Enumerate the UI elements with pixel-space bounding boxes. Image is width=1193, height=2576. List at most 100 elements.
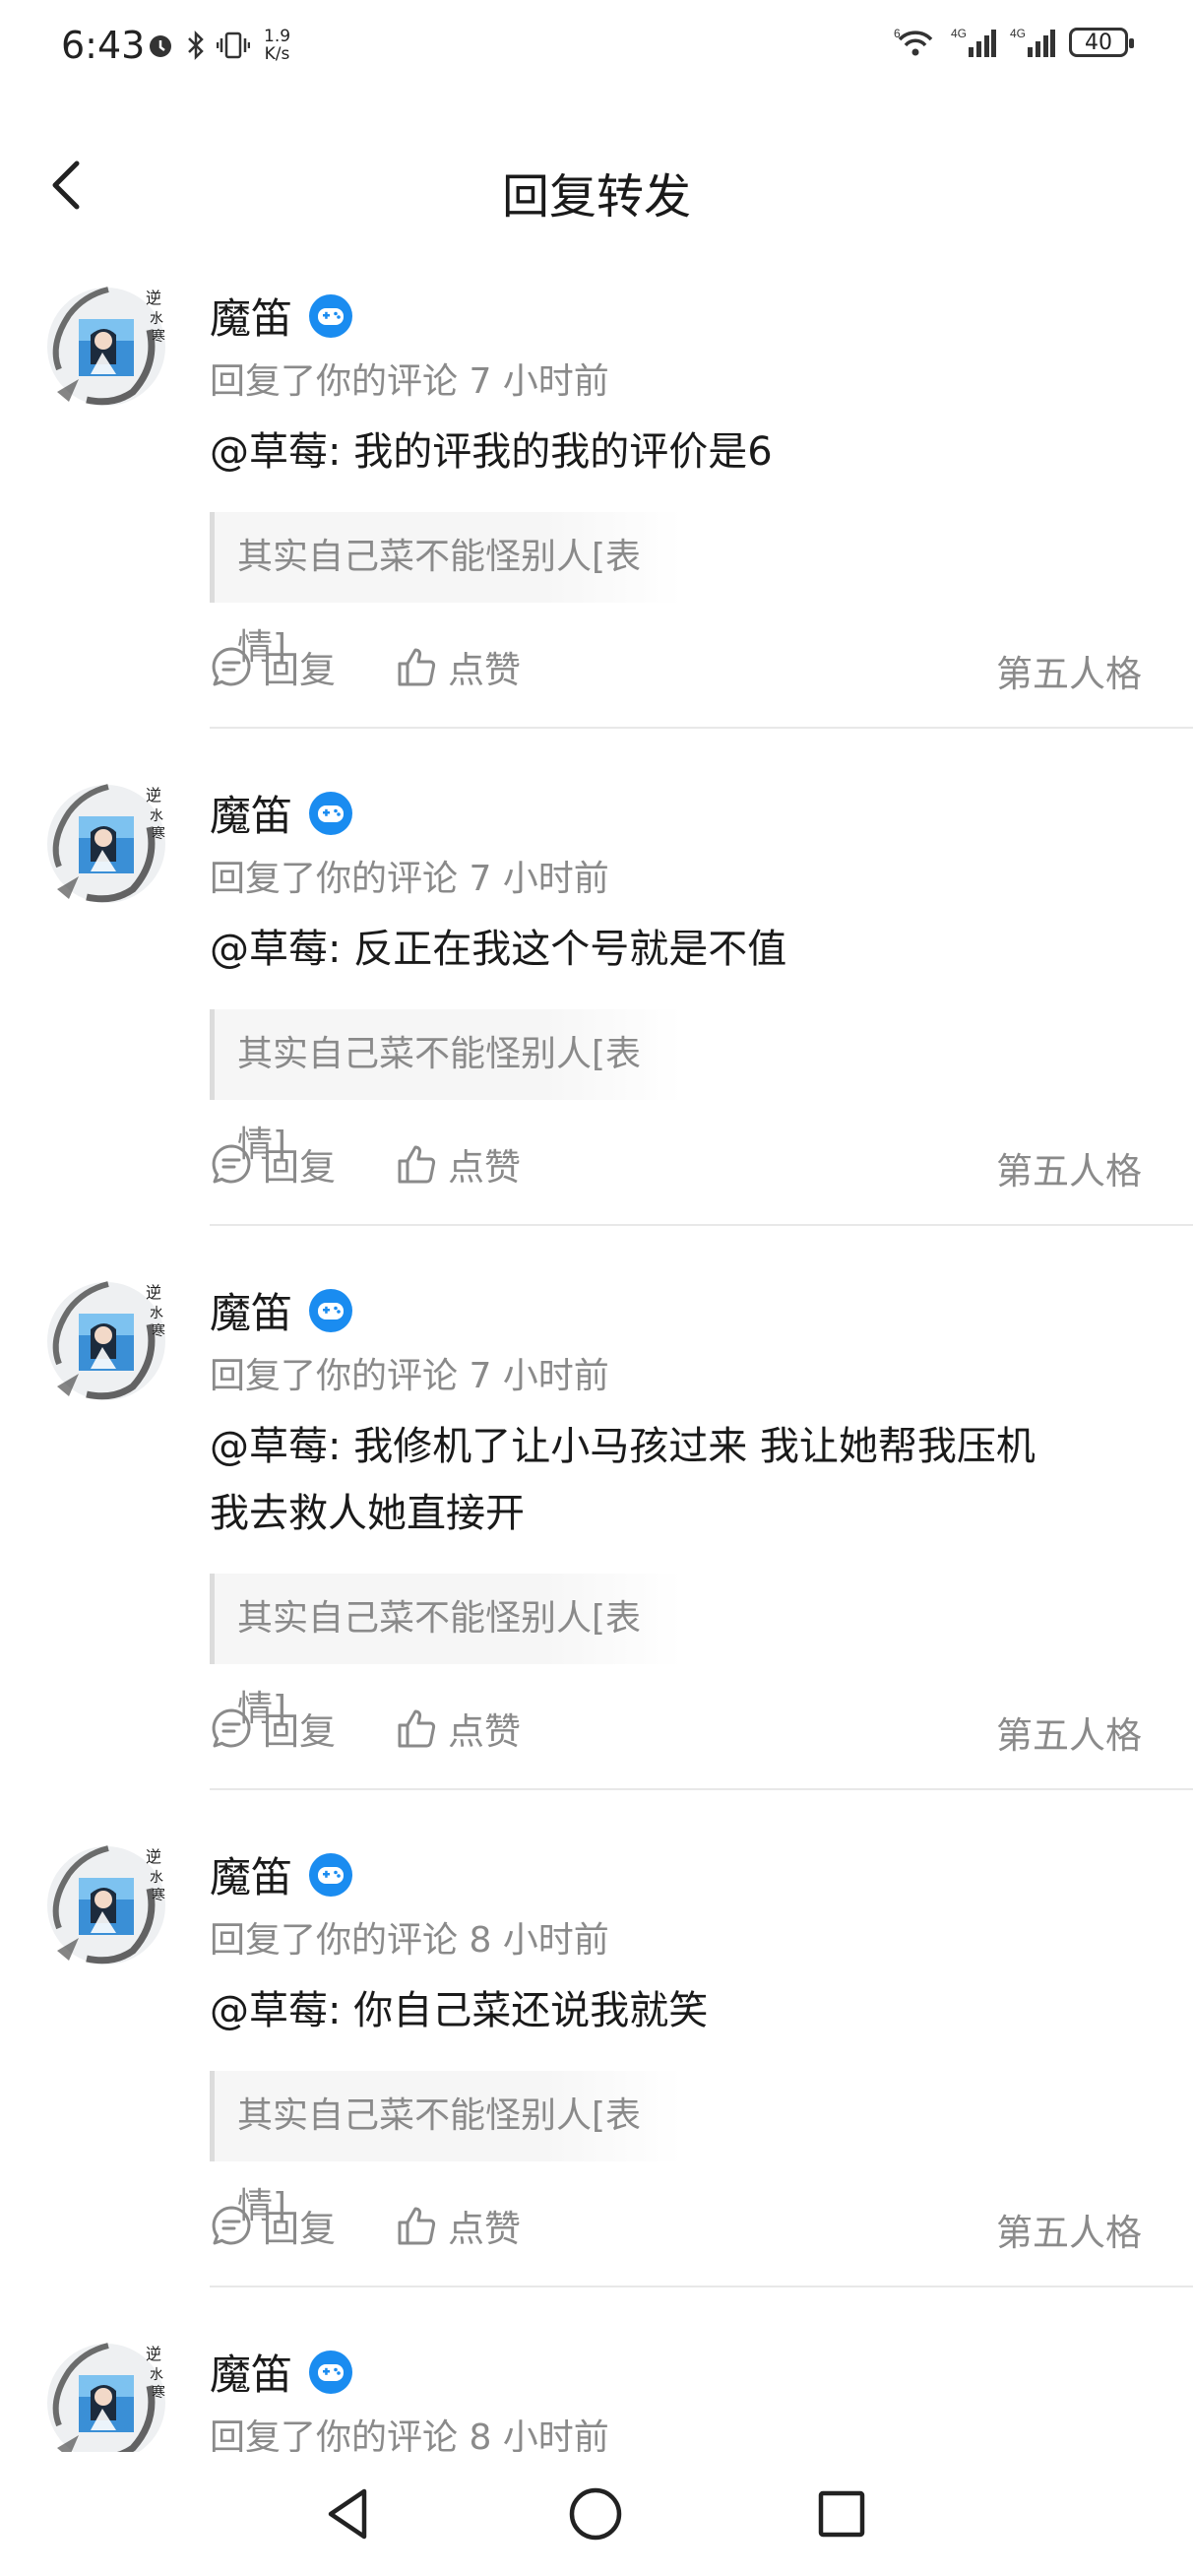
- like-label: 点赞: [448, 1146, 521, 1189]
- like-button[interactable]: 点赞: [395, 1137, 521, 1191]
- comment-bubble-icon: [210, 1707, 253, 1750]
- like-button[interactable]: 点赞: [395, 1702, 521, 1755]
- user-name[interactable]: 魔笛: [210, 2342, 292, 2402]
- status-time: 6:43: [61, 24, 146, 67]
- battery-indicator: 40: [1069, 28, 1134, 57]
- comment-line: 我去救人她直接开: [210, 1491, 525, 1536]
- page-title: 回复转发: [501, 169, 691, 225]
- signal-4g-icon: 4G: [951, 27, 996, 57]
- action-row: 回复 点赞: [210, 2199, 580, 2252]
- action-row: 回复 点赞: [210, 640, 580, 693]
- comment-item: 魔笛 回复了你的评论 7 小时前 @草莓: 反正在我这个号就是不值 其实自己菜不…: [0, 763, 1193, 1260]
- divider: [210, 727, 1193, 729]
- status-icons-left: 1.9 K/s: [146, 28, 290, 63]
- comment-line: @草莓: 反正在我这个号就是不值: [210, 927, 787, 972]
- like-button[interactable]: 点赞: [395, 640, 521, 693]
- comment-line: @草莓: 你自己菜还说我就笑: [210, 1988, 709, 2033]
- quoted-comment[interactable]: 其实自己菜不能怪别人[表情]: [210, 512, 682, 668]
- reply-button[interactable]: 回复: [210, 1702, 336, 1755]
- name-row: 魔笛: [210, 286, 353, 346]
- reply-label: 回复: [263, 1146, 336, 1189]
- comment-content[interactable]: @草莓: 反正在我这个号就是不值: [210, 916, 1145, 983]
- comment-list: 魔笛 回复了你的评论 7 小时前 @草莓: 我的评我的我的评价是6 其实自己菜不…: [0, 266, 1193, 2539]
- comment-bubble-icon: [210, 1142, 253, 1186]
- game-controller-icon: [308, 2350, 353, 2395]
- square-recents-icon: [818, 2490, 865, 2538]
- comment-item: 魔笛 回复了你的评论 7 小时前 @草莓: 我修机了让小马孩过来 我让她帮我压机…: [0, 1260, 1193, 1825]
- reply-button[interactable]: 回复: [210, 1137, 336, 1191]
- reply-meta: 回复了你的评论 7 小时前: [210, 361, 609, 402]
- signal-4g-icon-2: 4G: [1010, 27, 1055, 57]
- reply-label: 回复: [263, 649, 336, 691]
- name-row: 魔笛: [210, 1844, 353, 1904]
- name-row: 魔笛: [210, 1280, 353, 1340]
- divider: [210, 1788, 1193, 1790]
- triangle-back-icon: [328, 2488, 367, 2540]
- game-controller-icon: [308, 293, 353, 339]
- game-tag[interactable]: 第五人格: [996, 2203, 1142, 2256]
- reply-meta: 回复了你的评论 7 小时前: [210, 859, 609, 899]
- avatar[interactable]: [39, 773, 177, 911]
- divider: [210, 2286, 1193, 2287]
- game-tag[interactable]: 第五人格: [996, 644, 1142, 697]
- thumbs-up-icon: [395, 1707, 438, 1750]
- comment-bubble-icon: [210, 2204, 253, 2247]
- game-tag[interactable]: 第五人格: [996, 1141, 1142, 1194]
- comment-content[interactable]: @草莓: 你自己菜还说我就笑: [210, 1977, 1145, 2044]
- wifi-icon: 6: [894, 27, 933, 56]
- quoted-comment[interactable]: 其实自己菜不能怪别人[表情]: [210, 1574, 682, 1729]
- like-button[interactable]: 点赞: [395, 2199, 521, 2252]
- status-bar: 6:43 1.9 K/s 6 4G 4G 40: [0, 0, 1193, 98]
- user-name[interactable]: 魔笛: [210, 1280, 292, 1340]
- user-name[interactable]: 魔笛: [210, 1844, 292, 1904]
- nav-home-button[interactable]: [561, 2479, 630, 2548]
- game-controller-icon: [308, 1288, 353, 1333]
- nav-back-button[interactable]: [313, 2479, 382, 2548]
- game-controller-icon: [308, 1852, 353, 1898]
- bluetooth-icon: [188, 30, 204, 61]
- reply-button[interactable]: 回复: [210, 640, 336, 693]
- name-row: 魔笛: [210, 2342, 353, 2402]
- user-name[interactable]: 魔笛: [210, 783, 292, 843]
- like-label: 点赞: [448, 2208, 521, 2250]
- comment-item: 魔笛 回复了你的评论 7 小时前 @草莓: 我的评我的我的评价是6 其实自己菜不…: [0, 266, 1193, 763]
- reply-label: 回复: [263, 2208, 336, 2250]
- alarm-icon: [150, 35, 171, 57]
- thumbs-up-icon: [395, 645, 438, 688]
- avatar[interactable]: [39, 1835, 177, 1972]
- quoted-comment[interactable]: 其实自己菜不能怪别人[表情]: [210, 2071, 682, 2226]
- svg-text:4G: 4G: [951, 27, 967, 40]
- action-row: 回复 点赞: [210, 1137, 580, 1191]
- reply-label: 回复: [263, 1710, 336, 1753]
- game-controller-icon: [308, 791, 353, 836]
- avatar[interactable]: [39, 276, 177, 414]
- vibrate-icon: [217, 32, 250, 59]
- circle-home-icon: [569, 2487, 622, 2541]
- comment-content[interactable]: @草莓: 我修机了让小马孩过来 我让她帮我压机 我去救人她直接开: [210, 1413, 1145, 1547]
- action-row: 回复 点赞: [210, 1702, 580, 1755]
- divider: [210, 1224, 1193, 1226]
- svg-text:4G: 4G: [1010, 27, 1026, 40]
- name-row: 魔笛: [210, 783, 353, 843]
- network-speed-unit: K/s: [264, 44, 290, 64]
- comment-line: @草莓: 我的评我的我的评价是6: [210, 429, 773, 475]
- like-label: 点赞: [448, 649, 521, 691]
- comment-item: 魔笛 回复了你的评论 8 小时前 @草莓: 你自己菜还说我就笑 其实自己菜不能怪…: [0, 1825, 1193, 2322]
- reply-meta: 回复了你的评论 8 小时前: [210, 1920, 609, 1961]
- avatar[interactable]: [39, 1270, 177, 1408]
- like-label: 点赞: [448, 1710, 521, 1753]
- reply-button[interactable]: 回复: [210, 2199, 336, 2252]
- thumbs-up-icon: [395, 1142, 438, 1186]
- avatar[interactable]: [39, 2332, 177, 2470]
- comment-content[interactable]: @草莓: 我的评我的我的评价是6: [210, 419, 1145, 485]
- network-speed: 1.9 K/s: [264, 28, 290, 63]
- quoted-comment[interactable]: 其实自己菜不能怪别人[表情]: [210, 1009, 682, 1165]
- nav-recents-button[interactable]: [807, 2479, 876, 2548]
- user-name[interactable]: 魔笛: [210, 286, 292, 346]
- header: 回复转发: [0, 138, 1193, 236]
- system-nav-bar: [0, 2452, 1193, 2576]
- reply-meta: 回复了你的评论 7 小时前: [210, 1356, 609, 1396]
- network-speed-value: 1.9: [264, 27, 291, 46]
- thumbs-up-icon: [395, 2204, 438, 2247]
- game-tag[interactable]: 第五人格: [996, 1706, 1142, 1759]
